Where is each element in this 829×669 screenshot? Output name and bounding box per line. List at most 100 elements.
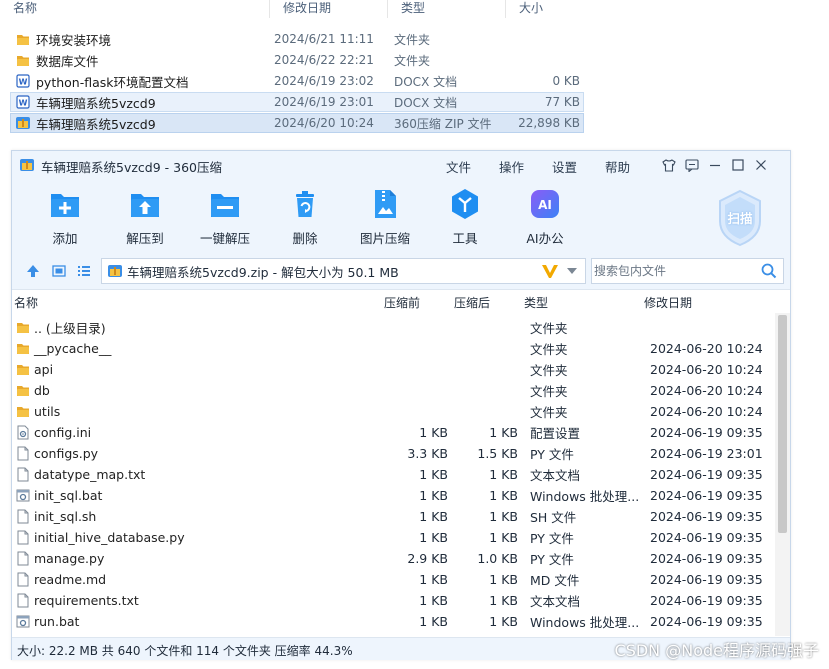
list-item[interactable]: .. (上级目录) 文件夹 [12, 317, 774, 338]
list-item[interactable]: configs.py 3.3 KB 1.5 KB PY 文件 2024-06-19 23… [12, 443, 774, 464]
list-item[interactable]: datatype_map.txt 1 KB 1 KB 文本文档 2024-06-19 0… [12, 464, 774, 485]
minimize-icon[interactable] [703, 155, 726, 175]
v-logo-icon[interactable] [541, 263, 559, 279]
archive-window: 车辆理赔系统5vzcd9 - 360压缩 文件操作设置帮助 添加 解压到 [11, 150, 791, 660]
menu-item[interactable]: 设置 [552, 157, 605, 176]
file-type: DOCX 文档 [394, 74, 458, 89]
modified-date: 2024-06-20 10:24 [650, 362, 763, 377]
file-name: initial_hive_database.py [34, 530, 185, 545]
compressed-size: 1.5 KB [477, 446, 518, 461]
compressed-size: 1.0 KB [477, 551, 518, 566]
file-name: configs.py [34, 446, 99, 461]
tools-button[interactable]: 工具 [425, 187, 505, 247]
modified-date: 2024/6/19 23:02 [274, 74, 374, 88]
modified-date: 2024-06-19 23:01 [650, 446, 763, 461]
delete-button[interactable]: 删除 [265, 187, 345, 247]
folder-icon [16, 53, 30, 67]
close-icon[interactable] [749, 155, 772, 175]
column-size[interactable]: 大小 [506, 0, 584, 18]
explorer-row[interactable]: Wpython-flask环境配置文档 2024/6/19 23:02 DOCX 文… [10, 71, 584, 91]
modified-date: 2024-06-20 10:24 [650, 404, 763, 419]
chevron-down-icon[interactable] [565, 266, 579, 276]
file-name: 车辆理赔系统5vzcd9 [36, 95, 156, 111]
file-name: api [34, 362, 54, 377]
file-icon [16, 530, 30, 545]
list-item[interactable]: run.bat 1 KB 1 KB Windows 批处理... 2024-06-19 … [12, 611, 774, 632]
file-type: 文本文档 [530, 468, 581, 483]
file-icon [16, 572, 30, 587]
column-type[interactable]: 类型 [524, 294, 548, 311]
menu-item[interactable]: 操作 [499, 157, 552, 176]
column-name[interactable]: 名称 [14, 294, 38, 311]
explorer-row[interactable]: 数据库文件 2024/6/22 22:21 文件夹 [10, 50, 584, 70]
file-name: init_sql.sh [34, 509, 97, 524]
column-packed[interactable]: 压缩前 [384, 294, 420, 311]
list-view-icon[interactable] [77, 264, 91, 278]
list-item[interactable]: db 文件夹 2024-06-20 10:24 [12, 380, 774, 401]
column-compressed[interactable]: 压缩后 [454, 294, 490, 311]
file-name: 环境安装环境 [36, 32, 112, 48]
up-arrow-icon[interactable] [26, 264, 40, 278]
ai-office-button[interactable]: AI AI办公 [505, 187, 585, 247]
file-name: requirements.txt [34, 593, 139, 608]
modified-date: 2024/6/21 11:11 [274, 32, 374, 46]
file-type: 文件夹 [394, 32, 431, 47]
list-item[interactable]: utils 文件夹 2024-06-20 10:24 [12, 401, 774, 422]
image-compress-button[interactable]: 图片压缩 [345, 187, 425, 247]
explorer-row[interactable]: 环境安装环境 2024/6/21 11:11 文件夹 [10, 29, 584, 49]
modified-date: 2024-06-19 09:35 [650, 530, 763, 545]
packed-size: 3.3 KB [407, 446, 448, 461]
window-title: 车辆理赔系统5vzcd9 - 360压缩 [41, 160, 222, 175]
packed-size: 1 KB [419, 509, 448, 524]
file-type: 文件夹 [394, 53, 431, 68]
column-type[interactable]: 类型 [388, 0, 506, 18]
skin-icon[interactable] [657, 155, 680, 175]
search-input[interactable] [592, 259, 761, 283]
scan-button[interactable]: 扫描 [712, 185, 768, 249]
list-item[interactable]: requirements.txt 1 KB 1 KB 文本文档 2024-06-19 0… [12, 590, 774, 611]
packed-size: 1 KB [419, 593, 448, 608]
vertical-scrollbar[interactable] [775, 313, 790, 636]
column-name[interactable]: 名称 [0, 0, 270, 18]
search-box [591, 258, 784, 284]
file-type: 文件夹 [530, 321, 568, 336]
add-button[interactable]: 添加 [25, 187, 105, 247]
one-click-extract-button[interactable]: 一键解压 [185, 187, 265, 247]
list-item[interactable]: api 文件夹 2024-06-20 10:24 [12, 359, 774, 380]
menu-item[interactable]: 帮助 [605, 157, 658, 176]
compressed-size: 1 KB [489, 509, 518, 524]
menu-item[interactable]: 文件 [446, 157, 499, 176]
list-item[interactable]: readme.md 1 KB 1 KB MD 文件 2024-06-19 09:35 [12, 569, 774, 590]
modified-date: 2024-06-19 09:35 [650, 509, 763, 524]
scrollbar-thumb[interactable] [778, 315, 787, 533]
ai-office-icon: AI [531, 190, 559, 218]
thumbnail-view-icon[interactable] [52, 264, 66, 278]
scan-label: 扫描 [727, 211, 753, 226]
file-size: 77 KB [544, 95, 580, 109]
file-name: readme.md [34, 572, 107, 587]
search-icon[interactable] [761, 263, 777, 279]
list-item[interactable]: init_sql.bat 1 KB 1 KB Windows 批处理... 2024-0… [12, 485, 774, 506]
file-explorer: 名称 修改日期 类型 大小 环境安装环境 2024/6/21 11:11 文件夹 数据… [0, 0, 829, 150]
explorer-row[interactable]: 车辆理赔系统5vzcd9 2024/6/20 10:24 360压缩 ZIP 文件 2… [10, 113, 584, 133]
modified-date: 2024/6/19 23:01 [274, 95, 374, 109]
file-name: .. (上级目录) [34, 321, 106, 336]
list-item[interactable]: initial_hive_database.py 1 KB 1 KB PY 文件 202… [12, 527, 774, 548]
explorer-column-header: 名称 修改日期 类型 大小 [0, 0, 590, 18]
path-field[interactable]: 车辆理赔系统5vzcd9.zip - 解包大小为 50.1 MB [101, 258, 586, 284]
watermark: CSDN @Node程序源码强子 [614, 641, 819, 660]
feedback-icon[interactable] [680, 155, 703, 175]
explorer-row[interactable]: W 车辆理赔系统5vzcd9 2024/6/19 23:01 DOCX 文档 77 KB [10, 92, 584, 112]
archive-logo-icon [20, 159, 34, 171]
list-item[interactable]: config.ini 1 KB 1 KB 配置设置 2024-06-19 09:35 [12, 422, 774, 443]
extract-to-button[interactable]: 解压到 [105, 187, 185, 247]
maximize-icon[interactable] [726, 155, 749, 175]
list-item[interactable]: __pycache__ 文件夹 2024-06-20 10:24 [12, 338, 774, 359]
file-name: datatype_map.txt [34, 467, 146, 482]
title-bar[interactable]: 车辆理赔系统5vzcd9 - 360压缩 文件 操作 设置 帮助 [12, 151, 790, 179]
list-item[interactable]: init_sql.sh 1 KB 1 KB SH 文件 2024-06-19 09:35 [12, 506, 774, 527]
list-item[interactable]: manage.py 2.9 KB 1.0 KB PY 文件 2024-06-19 09:… [12, 548, 774, 569]
file-type: 文件夹 [530, 384, 568, 399]
column-modified[interactable]: 修改日期 [644, 294, 692, 311]
column-date[interactable]: 修改日期 [270, 0, 388, 18]
